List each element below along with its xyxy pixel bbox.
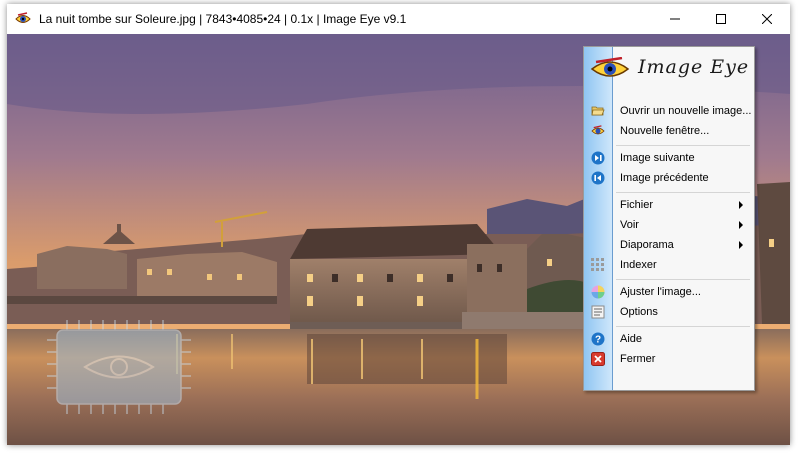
folder-open-icon xyxy=(591,106,605,116)
menu-item-adjust-image[interactable]: Ajuster l'image... xyxy=(584,282,754,302)
menu-separator xyxy=(616,279,750,280)
menu-item-label: Diaporama xyxy=(620,239,674,251)
menu-item-label: Ouvrir un nouvelle image... xyxy=(620,105,752,117)
watermark-chip-logo xyxy=(47,320,191,414)
menu-separator xyxy=(616,192,750,193)
menu-item-indexer[interactable]: Indexer xyxy=(584,255,754,275)
svg-text:?: ? xyxy=(595,335,601,346)
menu-item-label: Fermer xyxy=(620,353,656,365)
previous-icon xyxy=(591,171,605,185)
menu-item-voir[interactable]: Voir xyxy=(584,215,754,235)
menu-item-options[interactable]: Options xyxy=(584,302,754,322)
help-icon: ? xyxy=(591,332,605,346)
eye-logo-icon xyxy=(590,57,630,77)
menu-separator xyxy=(616,145,750,146)
submenu-arrow-icon xyxy=(739,201,743,209)
next-icon xyxy=(591,151,605,165)
menu-item-diaporama[interactable]: Diaporama xyxy=(584,235,754,255)
menu-item-label: Voir xyxy=(620,219,639,231)
menu-brand: Image Eye xyxy=(638,56,750,78)
submenu-arrow-icon xyxy=(739,241,743,249)
minimize-icon xyxy=(670,18,680,20)
menu-item-label: Options xyxy=(620,306,658,318)
window-title: La nuit tombe sur Soleure.jpg | 7843•408… xyxy=(39,12,407,26)
menu-item-fichier[interactable]: Fichier xyxy=(584,195,754,215)
maximize-icon xyxy=(716,14,726,24)
menu-item-label: Indexer xyxy=(620,259,657,271)
menu-item-label: Aide xyxy=(620,333,643,345)
menu-header: Image Eye xyxy=(584,47,754,91)
menu-item-previous-image[interactable]: Image précédente xyxy=(584,168,754,188)
color-wheel-icon xyxy=(591,285,605,299)
submenu-arrow-icon xyxy=(739,221,743,229)
menu-item-new-window[interactable]: Nouvelle fenêtre... xyxy=(584,121,754,141)
close-button[interactable] xyxy=(744,4,790,34)
menu-item-label: Image suivante xyxy=(620,152,695,164)
menu-item-label: Fichier xyxy=(620,199,654,211)
menu-item-fermer[interactable]: Fermer xyxy=(584,349,754,369)
menu-separator xyxy=(616,326,750,327)
minimize-button[interactable] xyxy=(652,4,698,34)
close-icon xyxy=(762,14,772,24)
menu-item-label: Image précédente xyxy=(620,172,709,184)
maximize-button[interactable] xyxy=(698,4,744,34)
title-bar[interactable]: La nuit tombe sur Soleure.jpg | 7843•408… xyxy=(7,4,790,34)
menu-item-label: Ajuster l'image... xyxy=(620,286,701,298)
menu-item-aide[interactable]: ? Aide xyxy=(584,329,754,349)
menu-item-open-image[interactable]: Ouvrir un nouvelle image... xyxy=(584,101,754,121)
eye-icon[interactable] xyxy=(15,11,31,27)
menu-item-label: Nouvelle fenêtre... xyxy=(620,125,710,137)
options-icon xyxy=(591,305,605,319)
eye-icon xyxy=(591,125,605,135)
grid-icon xyxy=(591,258,604,271)
close-icon xyxy=(591,352,605,366)
menu-item-next-image[interactable]: Image suivante xyxy=(584,148,754,168)
context-menu[interactable]: Image Eye Ouvrir un nouvelle image... No… xyxy=(583,46,755,391)
